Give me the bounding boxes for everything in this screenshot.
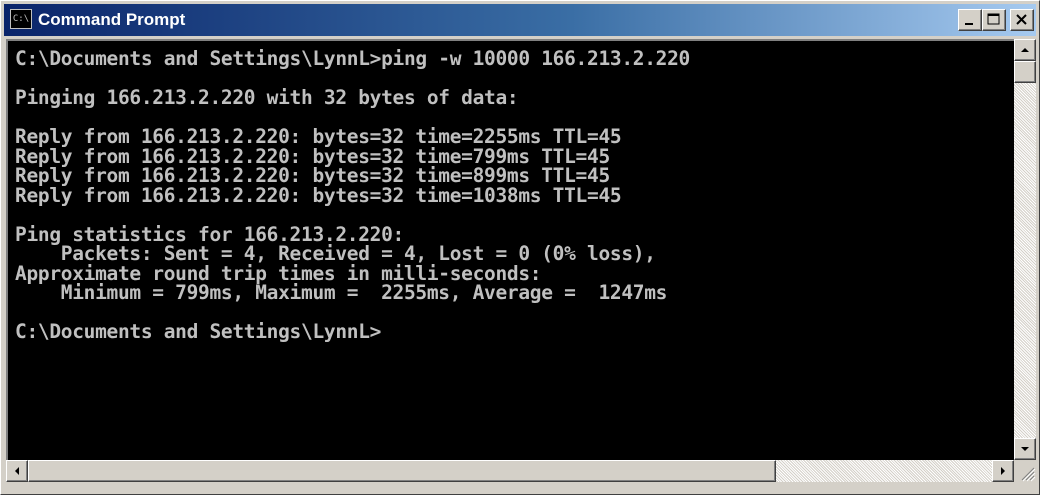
scroll-down-button[interactable] xyxy=(1014,438,1036,460)
minimize-button[interactable] xyxy=(958,9,982,31)
scroll-up-button[interactable] xyxy=(1014,39,1036,61)
arrow-right-icon xyxy=(1001,467,1005,475)
console-line: C:\Documents and Settings\LynnL>ping -w … xyxy=(15,47,690,70)
maximize-icon xyxy=(987,13,1000,25)
command-prompt-window: C:\ Command Prompt C:\Documents and Sett… xyxy=(0,0,1040,495)
console-line: C:\Documents and Settings\LynnL> xyxy=(15,320,382,343)
title-bar[interactable]: C:\ Command Prompt xyxy=(4,4,1036,36)
console-output[interactable]: C:\Documents and Settings\LynnL>ping -w … xyxy=(6,39,1014,460)
console-icon[interactable]: C:\ xyxy=(10,9,32,29)
arrow-down-icon xyxy=(1021,447,1029,451)
scroll-right-button[interactable] xyxy=(992,460,1014,482)
close-button[interactable] xyxy=(1010,9,1034,31)
vertical-scrollbar[interactable] xyxy=(1014,39,1036,460)
arrow-left-icon xyxy=(15,467,19,475)
scroll-left-button[interactable] xyxy=(6,460,28,482)
console-line: Reply from 166.213.2.220: bytes=32 time=… xyxy=(15,125,622,148)
vertical-scroll-thumb[interactable] xyxy=(1014,61,1036,83)
console-line: Reply from 166.213.2.220: bytes=32 time=… xyxy=(15,164,610,187)
horizontal-scrollbar[interactable] xyxy=(6,460,1014,482)
arrow-up-icon xyxy=(1021,48,1029,52)
console-line: Packets: Sent = 4, Received = 4, Lost = … xyxy=(15,242,656,265)
minimize-icon xyxy=(965,23,973,25)
console-line: Pinging 166.213.2.220 with 32 bytes of d… xyxy=(15,86,519,109)
resize-grip-icon xyxy=(1021,467,1036,482)
maximize-button[interactable] xyxy=(982,9,1006,31)
resize-grip[interactable] xyxy=(1014,460,1036,482)
console-line: Minimum = 799ms, Maximum = 2255ms, Avera… xyxy=(15,281,668,304)
close-icon xyxy=(1016,14,1027,25)
console-text: C:\Documents and Settings\LynnL>ping -w … xyxy=(8,41,1014,342)
window-title: Command Prompt xyxy=(38,10,186,29)
console-line: Reply from 166.213.2.220: bytes=32 time=… xyxy=(15,183,622,207)
horizontal-scroll-thumb[interactable] xyxy=(28,460,776,482)
